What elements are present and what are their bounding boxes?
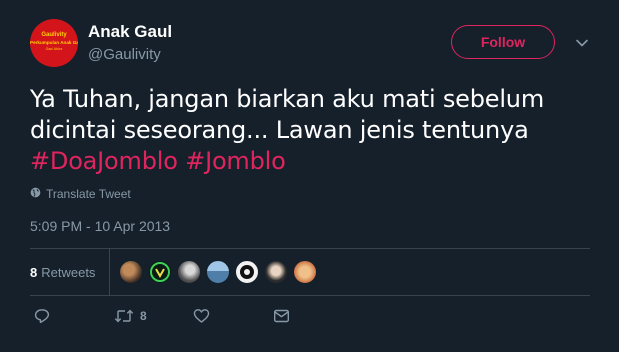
tweet-text-line: dicintai seseorang... Lawan jenis tentun… [30,116,529,144]
follow-button[interactable]: Follow [451,25,555,59]
tweet-card: Gaulivity Perkumpulan Anak Gaul Gaul Abi… [0,0,619,352]
retweeter-avatar[interactable] [206,260,230,284]
retweet-button[interactable]: 8 [114,308,147,324]
reply-icon [34,308,50,324]
retweet-count: 8 [30,264,38,280]
reply-button[interactable] [34,308,50,324]
divider [30,295,590,296]
tweet-text-line: Ya Tuhan, jangan biarkan aku mati sebelu… [30,85,544,113]
chevron-down-icon[interactable] [574,35,590,51]
avatar[interactable]: Gaulivity Perkumpulan Anak Gaul Gaul Abi… [30,19,78,67]
translate-label: Translate Tweet [46,187,131,201]
retweet-icon [114,308,134,324]
heart-icon [193,308,210,324]
retweet-action-count: 8 [140,309,147,323]
tweet-actions: 8 [30,308,330,330]
stats-separator [109,249,110,295]
user-handle[interactable]: @Gaulivity [88,46,161,63]
hashtag-link[interactable]: #DoaJomblo [30,147,178,175]
avatar-logo-subtext: Perkumpulan Anak Gaul [30,40,78,45]
tweet-stats: 8 Retweets [30,249,590,295]
avatar-logo-caption: Gaul Abizz [45,47,63,51]
avatar-logo-text: Gaulivity [41,32,67,38]
retweeter-avatar[interactable] [264,260,288,284]
globe-icon [30,187,46,201]
retweeter-avatar[interactable] [293,260,317,284]
display-name[interactable]: Anak Gaul [88,22,172,42]
tweet-timestamp[interactable]: 5:09 PM - 10 Apr 2013 [30,218,170,234]
retweeter-avatar[interactable] [148,260,172,284]
retweeter-avatar[interactable] [177,260,201,284]
retweeter-avatar[interactable] [235,260,259,284]
hashtag-line: #DoaJomblo #Jomblo [30,146,600,177]
hashtag-link[interactable]: #Jomblo [185,147,286,175]
mail-icon [273,308,290,324]
retweet-label: Retweets [41,264,96,280]
direct-message-button[interactable] [273,308,290,324]
tweet-text: Ya Tuhan, jangan biarkan aku mati sebelu… [30,84,600,177]
translate-tweet-link[interactable]: Translate Tweet [30,187,131,201]
retweet-stat[interactable]: 8 Retweets [30,249,95,295]
retweeter-avatars [119,260,322,284]
like-button[interactable] [193,308,210,324]
retweeter-avatar[interactable] [119,260,143,284]
